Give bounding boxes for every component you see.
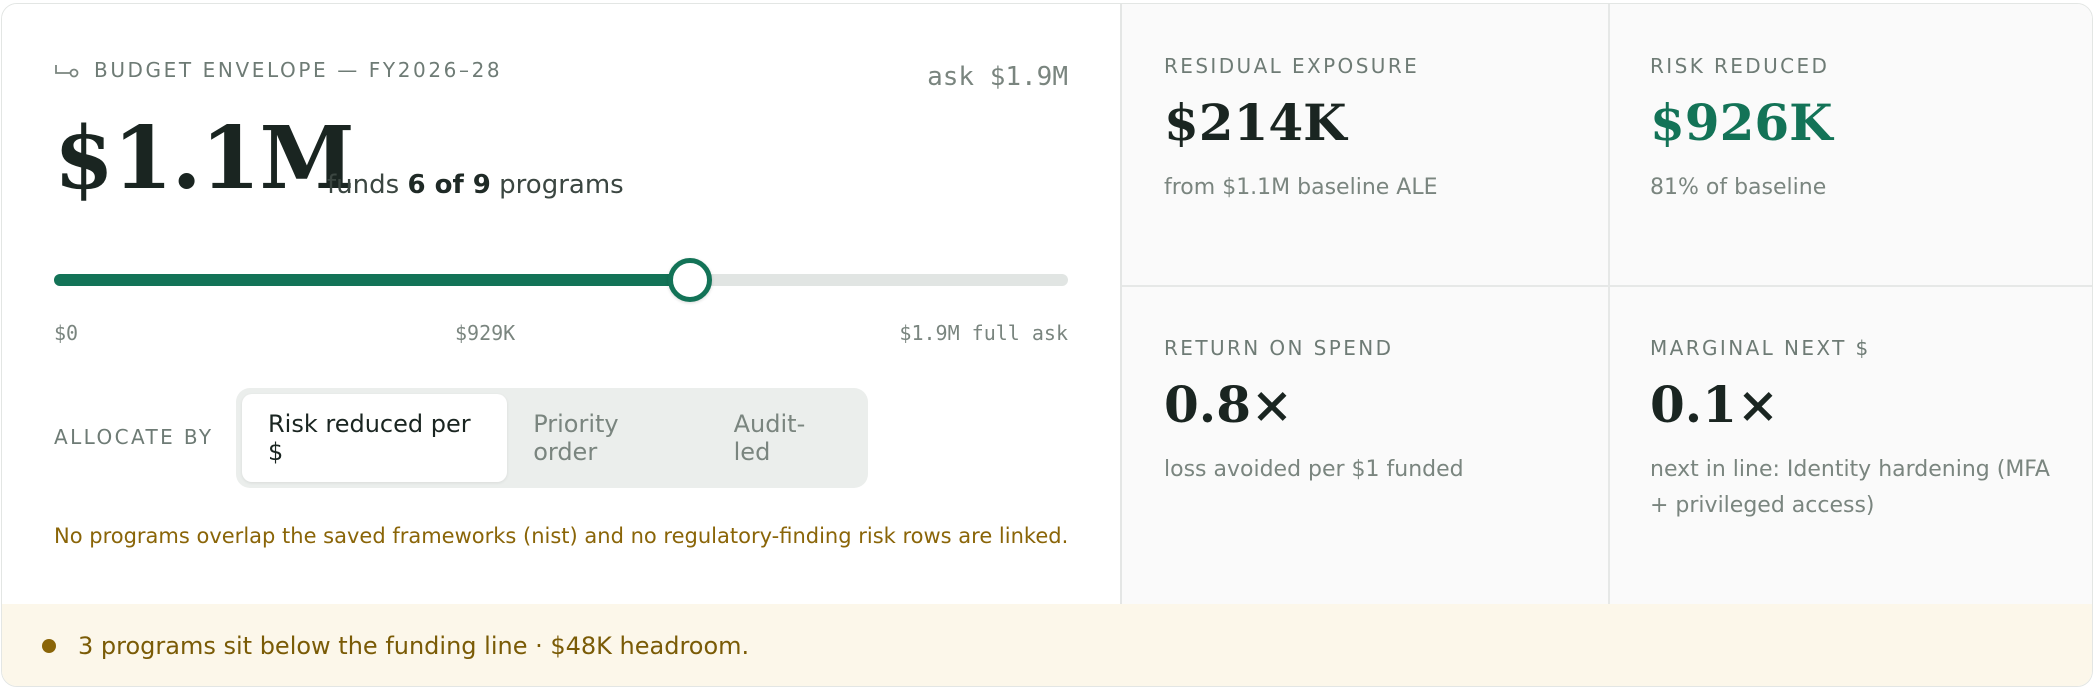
slider-tick-max: $1.9M full ask — [899, 321, 1068, 345]
budget-amount: $1.1M — [54, 108, 355, 209]
kpi-return-on-spend: RETURN ON SPEND 0.8× loss avoided per $1… — [1164, 336, 1584, 488]
budget-envelope-panel: BUDGET ENVELOPE — FY2026–28 ask $1.9M $1… — [2, 4, 1120, 604]
kpi-value: $926K — [1650, 93, 1833, 152]
framework-note: No programs overlap the saved frameworks… — [54, 524, 1069, 548]
kpi-vertical-divider — [1608, 4, 1610, 604]
allocate-option-audit-led[interactable]: Audit-led — [708, 394, 862, 482]
kpi-label: MARGINAL NEXT $ — [1650, 336, 1871, 360]
kpi-value: $214K — [1164, 93, 1347, 152]
kpi-subtext: from $1.1M baseline ALE — [1164, 175, 1438, 200]
allocate-option-priority-order[interactable]: Priority order — [507, 394, 707, 482]
kpi-value: 0.1× — [1650, 375, 1779, 434]
envelope-title: BUDGET ENVELOPE — FY2026–28 — [94, 58, 503, 82]
kpi-label: RETURN ON SPEND — [1164, 336, 1394, 360]
funds-prefix: funds — [327, 170, 408, 200]
allocate-by-label: ALLOCATE BY — [54, 425, 214, 449]
banner-text: 3 programs sit below the funding line · … — [78, 632, 750, 660]
kpi-grid: RESIDUAL EXPOSURE $214K from $1.1M basel… — [1122, 4, 2092, 604]
slider-tick-mid: $929K — [455, 321, 516, 345]
slider-tick-min: $0 — [54, 321, 79, 345]
funds-count: 6 of 9 — [407, 170, 491, 200]
allocate-option-risk-reduced[interactable]: Risk reduced per $ — [242, 394, 508, 482]
envelope-heading: BUDGET ENVELOPE — FY2026–28 — [54, 58, 502, 82]
kpi-marginal-next: MARGINAL NEXT $ 0.1× next in line: Ident… — [1650, 336, 2070, 524]
kpi-value: 0.8× — [1164, 375, 1293, 434]
allocate-segmented-control: Risk reduced per $ Priority order Audit-… — [236, 388, 868, 488]
kpi-subtext: loss avoided per $1 funded — [1164, 457, 1464, 482]
funds-summary: funds 6 of 9 programs — [327, 170, 624, 200]
kpi-subtext: next in line: Identity hardening (MFA + … — [1650, 457, 2050, 518]
kpi-residual-exposure: RESIDUAL EXPOSURE $214K from $1.1M basel… — [1164, 54, 1584, 206]
budget-slider-fill — [54, 274, 690, 286]
funds-suffix: programs — [490, 170, 624, 200]
budget-slider-track[interactable] — [54, 258, 1068, 302]
envelope-icon — [55, 65, 79, 78]
budget-slider-thumb[interactable] — [668, 258, 713, 302]
budget-card: BUDGET ENVELOPE — FY2026–28 ask $1.9M $1… — [1, 3, 2093, 687]
kpi-horizontal-divider — [1122, 285, 2092, 287]
kpi-label: RESIDUAL EXPOSURE — [1164, 54, 1420, 78]
ask-amount: ask $1.9M — [927, 62, 1068, 92]
funding-line-banner: 3 programs sit below the funding line · … — [2, 604, 2092, 686]
kpi-label: RISK REDUCED — [1650, 54, 1830, 78]
kpi-subtext: 81% of baseline — [1650, 175, 1827, 200]
kpi-risk-reduced: RISK REDUCED $926K 81% of baseline — [1650, 54, 2070, 206]
status-dot-icon — [42, 639, 56, 653]
